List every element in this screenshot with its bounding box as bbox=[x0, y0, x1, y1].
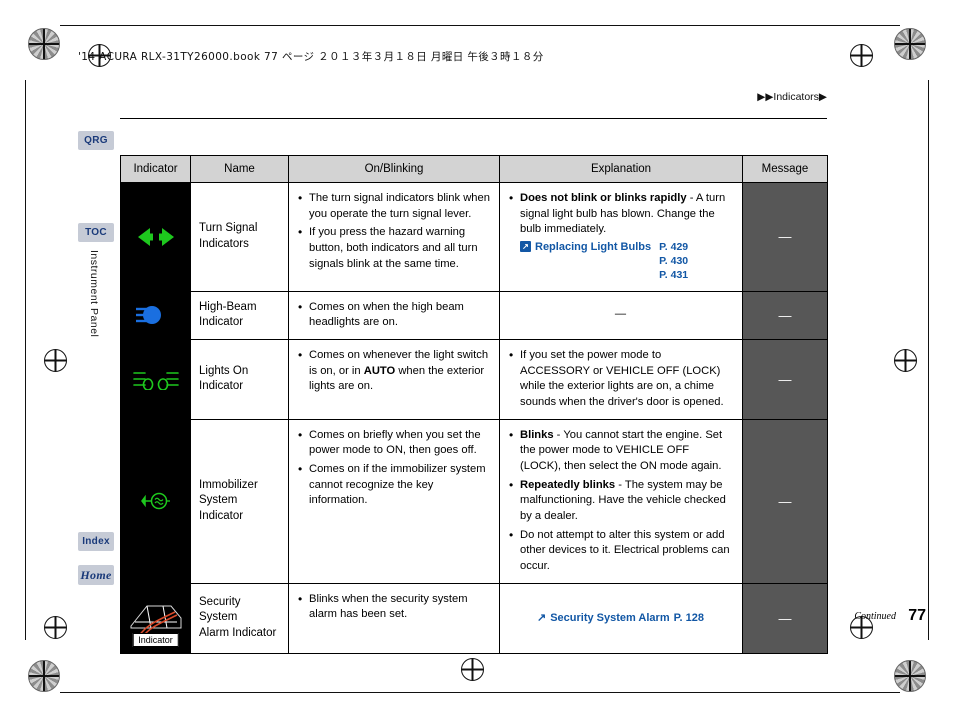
lights-on-onblinking: Comes on whenever the light switch is on… bbox=[288, 338, 500, 420]
table-row: Indicator Security System Alarm Indicato… bbox=[120, 582, 828, 654]
crop-mark-right bbox=[928, 80, 929, 640]
list-item: Repeatedly blinks - The system may be ma… bbox=[509, 477, 733, 525]
list-item: Comes on if the immobilizer system canno… bbox=[298, 461, 490, 509]
crop-mark-top bbox=[60, 25, 900, 26]
list-item: Blinks - You cannot start the engine. Se… bbox=[509, 427, 733, 475]
registration-mark-bottom-left bbox=[28, 660, 60, 692]
book-source-line: '14 ACURA RLX-31TY26000.book 77 ページ ２０１３… bbox=[78, 51, 544, 63]
list-item: The turn signal indicators blink when yo… bbox=[298, 190, 490, 222]
reference-book-icon: ↗ bbox=[536, 612, 547, 625]
row-name-line1: High-Beam bbox=[199, 300, 257, 313]
crop-mark-bottom bbox=[60, 692, 900, 693]
security-name: Security System Alarm Indicator bbox=[190, 582, 289, 654]
header-rule bbox=[120, 118, 827, 119]
row-name-line1: Immobilizer bbox=[199, 478, 258, 491]
high-beam-explanation: — bbox=[499, 290, 743, 340]
registration-cross-right bbox=[894, 349, 917, 372]
crop-mark-left bbox=[25, 80, 26, 640]
row-name-line2: Indicators bbox=[199, 237, 249, 250]
reference-page[interactable]: P. 430 bbox=[659, 254, 688, 268]
lights-on-explanation: If you set the power mode to ACCESSORY o… bbox=[499, 338, 743, 420]
tab-home[interactable]: Home bbox=[78, 565, 114, 585]
security-message: — bbox=[742, 582, 828, 654]
high-beam-icon-cell bbox=[120, 290, 191, 340]
immobilizer-name: Immobilizer System Indicator bbox=[190, 418, 289, 584]
col-message: Message bbox=[742, 155, 828, 183]
immobilizer-onblinking: Comes on briefly when you set the power … bbox=[288, 418, 500, 584]
table-row: Immobilizer System Indicator Comes on br… bbox=[120, 418, 828, 584]
footer-page-number: 77 bbox=[908, 607, 926, 624]
table-row: High-Beam Indicator Comes on when the hi… bbox=[120, 290, 828, 340]
registration-mark-bottom-right bbox=[894, 660, 926, 692]
high-beam-onblinking: Comes on when the high beam headlights a… bbox=[288, 290, 500, 340]
lights-on-message: — bbox=[742, 338, 828, 420]
table-header-row: Indicator Name On/Blinking Explanation M… bbox=[120, 155, 828, 183]
immobilizer-message: — bbox=[742, 418, 828, 584]
reference-book-icon: ↗ bbox=[520, 241, 531, 253]
explanation-lead: Does not blink or blinks rapidly bbox=[520, 192, 687, 204]
reference-page[interactable]: P. 431 bbox=[659, 268, 688, 282]
row-name-line2: System Indicator bbox=[199, 494, 244, 522]
row-name-line1: Lights On bbox=[199, 364, 249, 377]
turn-signal-explanation: Does not blink or blinks rapidly - A tur… bbox=[499, 182, 743, 292]
immobilizer-explanation: Blinks - You cannot start the engine. Se… bbox=[499, 418, 743, 584]
tab-toc[interactable]: TOC bbox=[78, 223, 114, 242]
lights-on-icon-cell bbox=[120, 338, 191, 420]
reference-page[interactable]: P. 128 bbox=[674, 611, 704, 626]
row-name-line2: Indicator bbox=[199, 380, 244, 393]
turn-signal-name: Turn Signal Indicators bbox=[190, 182, 289, 292]
table-row: Turn Signal Indicators The turn signal i… bbox=[120, 182, 828, 292]
list-item: Comes on when the high beam headlights a… bbox=[298, 299, 490, 331]
list-item: Comes on whenever the light switch is on… bbox=[298, 347, 490, 395]
turn-signal-arrows-icon bbox=[121, 226, 190, 248]
turn-signal-message: — bbox=[742, 182, 828, 292]
registration-cross-left bbox=[44, 349, 67, 372]
col-explanation: Explanation bbox=[499, 155, 743, 183]
registration-cross-bottom-center bbox=[461, 658, 484, 681]
high-beam-name: High-Beam Indicator bbox=[190, 290, 289, 340]
col-name: Name bbox=[190, 155, 289, 183]
row-name-line1: Security System bbox=[199, 595, 241, 624]
tab-index[interactable]: Index bbox=[78, 532, 114, 551]
list-item: If you set the power mode to ACCESSORY o… bbox=[509, 347, 733, 411]
registration-cross-bottom-left bbox=[44, 616, 67, 639]
reference-page[interactable]: P. 429 bbox=[659, 240, 688, 254]
row-name-line2: Indicator bbox=[199, 316, 244, 329]
row-name-line2: Alarm Indicator bbox=[199, 626, 277, 639]
list-item: Does not blink or blinks rapidly - A tur… bbox=[509, 190, 733, 238]
row-name-line1: Turn Signal bbox=[199, 222, 258, 235]
list-item: Blinks when the security system alarm ha… bbox=[298, 591, 490, 623]
immobilizer-icon-cell bbox=[120, 418, 191, 584]
col-indicator: Indicator bbox=[120, 155, 191, 183]
reference-link-label[interactable]: Replacing Light Bulbs bbox=[535, 240, 651, 255]
immobilizer-key-icon bbox=[121, 490, 190, 512]
indicators-table: Indicator Name On/Blinking Explanation M… bbox=[120, 155, 828, 654]
table-row: Lights On Indicator Comes on whenever th… bbox=[120, 338, 828, 420]
reference-page-list: P. 429 P. 430 P. 431 bbox=[657, 240, 688, 283]
high-beam-message: — bbox=[742, 290, 828, 340]
list-item: If you press the hazard warning button, … bbox=[298, 224, 490, 272]
list-item: Comes on briefly when you set the power … bbox=[298, 427, 490, 459]
turn-signal-icon-cell bbox=[120, 182, 191, 292]
lights-on-icon bbox=[121, 368, 190, 391]
explanation-lead: Blinks bbox=[520, 428, 554, 441]
turn-signal-onblinking: The turn signal indicators blink when yo… bbox=[288, 182, 500, 292]
registration-mark-top-left bbox=[28, 28, 60, 60]
security-icon-caption: Indicator bbox=[132, 632, 179, 647]
list-item: Do not attempt to alter this system or a… bbox=[509, 527, 733, 575]
security-onblinking: Blinks when the security system alarm ha… bbox=[288, 582, 500, 654]
header-breadcrumb: ▶▶Indicators▶ bbox=[757, 91, 827, 103]
registration-cross-top-right bbox=[850, 44, 873, 67]
reference-link-label[interactable]: Security System Alarm bbox=[550, 611, 669, 626]
security-icon-cell: Indicator bbox=[120, 582, 191, 654]
high-beam-icon bbox=[121, 304, 190, 326]
tab-qrg[interactable]: QRG bbox=[78, 131, 114, 150]
registration-mark-top-right bbox=[894, 28, 926, 60]
footer-continued: Continued bbox=[854, 611, 896, 622]
col-onblinking: On/Blinking bbox=[288, 155, 500, 183]
section-side-label: Instrument Panel bbox=[88, 250, 100, 338]
lights-on-name: Lights On Indicator bbox=[190, 338, 289, 420]
explanation-lead: Repeatedly blinks bbox=[520, 478, 616, 491]
security-explanation: ↗ Security System Alarm P. 128 bbox=[499, 582, 743, 654]
